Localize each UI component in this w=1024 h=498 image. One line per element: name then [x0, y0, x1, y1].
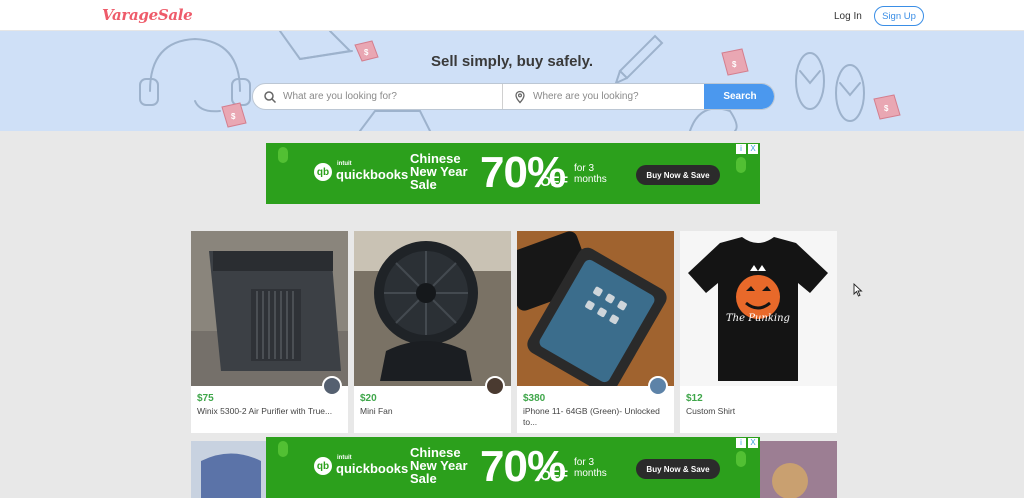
- hero-decoration-illustration: $ $ $ $: [139, 31, 901, 131]
- listing-photo: The Punking: [680, 231, 837, 386]
- ad-headline: Chinese New Year Sale: [410, 151, 468, 192]
- quickbooks-logo-icon: qb: [314, 163, 332, 181]
- seller-avatar[interactable]: [648, 376, 668, 396]
- what-search-field: [253, 84, 503, 109]
- seller-avatar[interactable]: [322, 376, 342, 396]
- lantern-decoration: [278, 441, 288, 457]
- listing-photo: [354, 231, 511, 386]
- ad-headline: Chinese New Year Sale: [410, 445, 468, 486]
- top-navigation-bar: VarageSale Log In Sign Up: [0, 0, 1024, 31]
- ad-brand: quickbooks: [336, 461, 409, 476]
- listing-photo: [191, 231, 348, 386]
- listing-card[interactable]: $20 Mini Fan: [354, 231, 511, 433]
- listing-price: $75: [197, 393, 214, 404]
- svg-text:$: $: [231, 112, 236, 121]
- listing-card[interactable]: $380 iPhone 11- 64GB (Green)- Unlocked t…: [517, 231, 674, 433]
- lantern-decoration: [736, 157, 746, 173]
- ad-buy-now-button[interactable]: Buy Now & Save: [636, 459, 720, 479]
- login-link[interactable]: Log In: [834, 11, 862, 22]
- where-search-input[interactable]: [533, 91, 705, 102]
- listing-title: Winix 5300-2 Air Purifier with True...: [197, 406, 333, 416]
- search-icon: [264, 90, 277, 103]
- svg-text:$: $: [884, 104, 889, 113]
- hero-tagline: Sell simply, buy safely.: [430, 53, 593, 70]
- signup-button[interactable]: Sign Up: [874, 6, 924, 26]
- seller-avatar[interactable]: [485, 376, 505, 396]
- ad-close-icon[interactable]: X: [748, 438, 758, 448]
- what-search-input[interactable]: [283, 91, 502, 102]
- ad-choices: i X: [736, 144, 758, 154]
- listing-title: Mini Fan: [360, 406, 393, 416]
- where-search-field: [503, 84, 705, 109]
- ad-info-icon[interactable]: i: [736, 144, 746, 154]
- search-bar: Search: [252, 83, 775, 110]
- location-pin-icon: [515, 90, 525, 103]
- lantern-decoration: [278, 147, 288, 163]
- mouse-cursor-icon: [853, 283, 863, 297]
- ad-off-label: OFF: [540, 173, 568, 189]
- ad-buy-now-button[interactable]: Buy Now & Save: [636, 165, 720, 185]
- quickbooks-logo-icon: qb: [314, 457, 332, 475]
- search-button[interactable]: Search: [704, 84, 774, 109]
- listing-price: $20: [360, 393, 377, 404]
- quickbooks-ad-banner[interactable]: qb intuit quickbooks Chinese New Year Sa…: [266, 437, 760, 498]
- ad-info-icon[interactable]: i: [736, 438, 746, 448]
- ad-choices: i X: [736, 438, 758, 448]
- ad-brand: quickbooks: [336, 167, 409, 182]
- listing-photo: [517, 231, 674, 386]
- ad-duration: for 3 months: [574, 457, 607, 479]
- ad-off-label: OFF: [540, 467, 568, 483]
- listing-price: $12: [686, 393, 703, 404]
- quickbooks-ad-banner[interactable]: qb intuit quickbooks Chinese New Year Sa…: [266, 143, 760, 204]
- listing-price: $380: [523, 393, 546, 404]
- shirt-print-text: The Punking: [726, 313, 790, 324]
- listing-title: iPhone 11- 64GB (Green)- Unlocked to...: [523, 406, 660, 427]
- lantern-decoration: [736, 451, 746, 467]
- listing-title: Custom Shirt: [686, 406, 736, 416]
- listing-card[interactable]: $75 Winix 5300-2 Air Purifier with True.…: [191, 231, 348, 433]
- varagesale-logo[interactable]: VarageSale: [102, 6, 193, 24]
- ad-duration: for 3 months: [574, 163, 607, 185]
- ad-close-icon[interactable]: X: [748, 144, 758, 154]
- hero-banner: $ $ $ $ Sell simply, buy safely. Search: [0, 31, 1024, 131]
- listing-card[interactable]: The Punking $12 Custom Shirt: [680, 231, 837, 433]
